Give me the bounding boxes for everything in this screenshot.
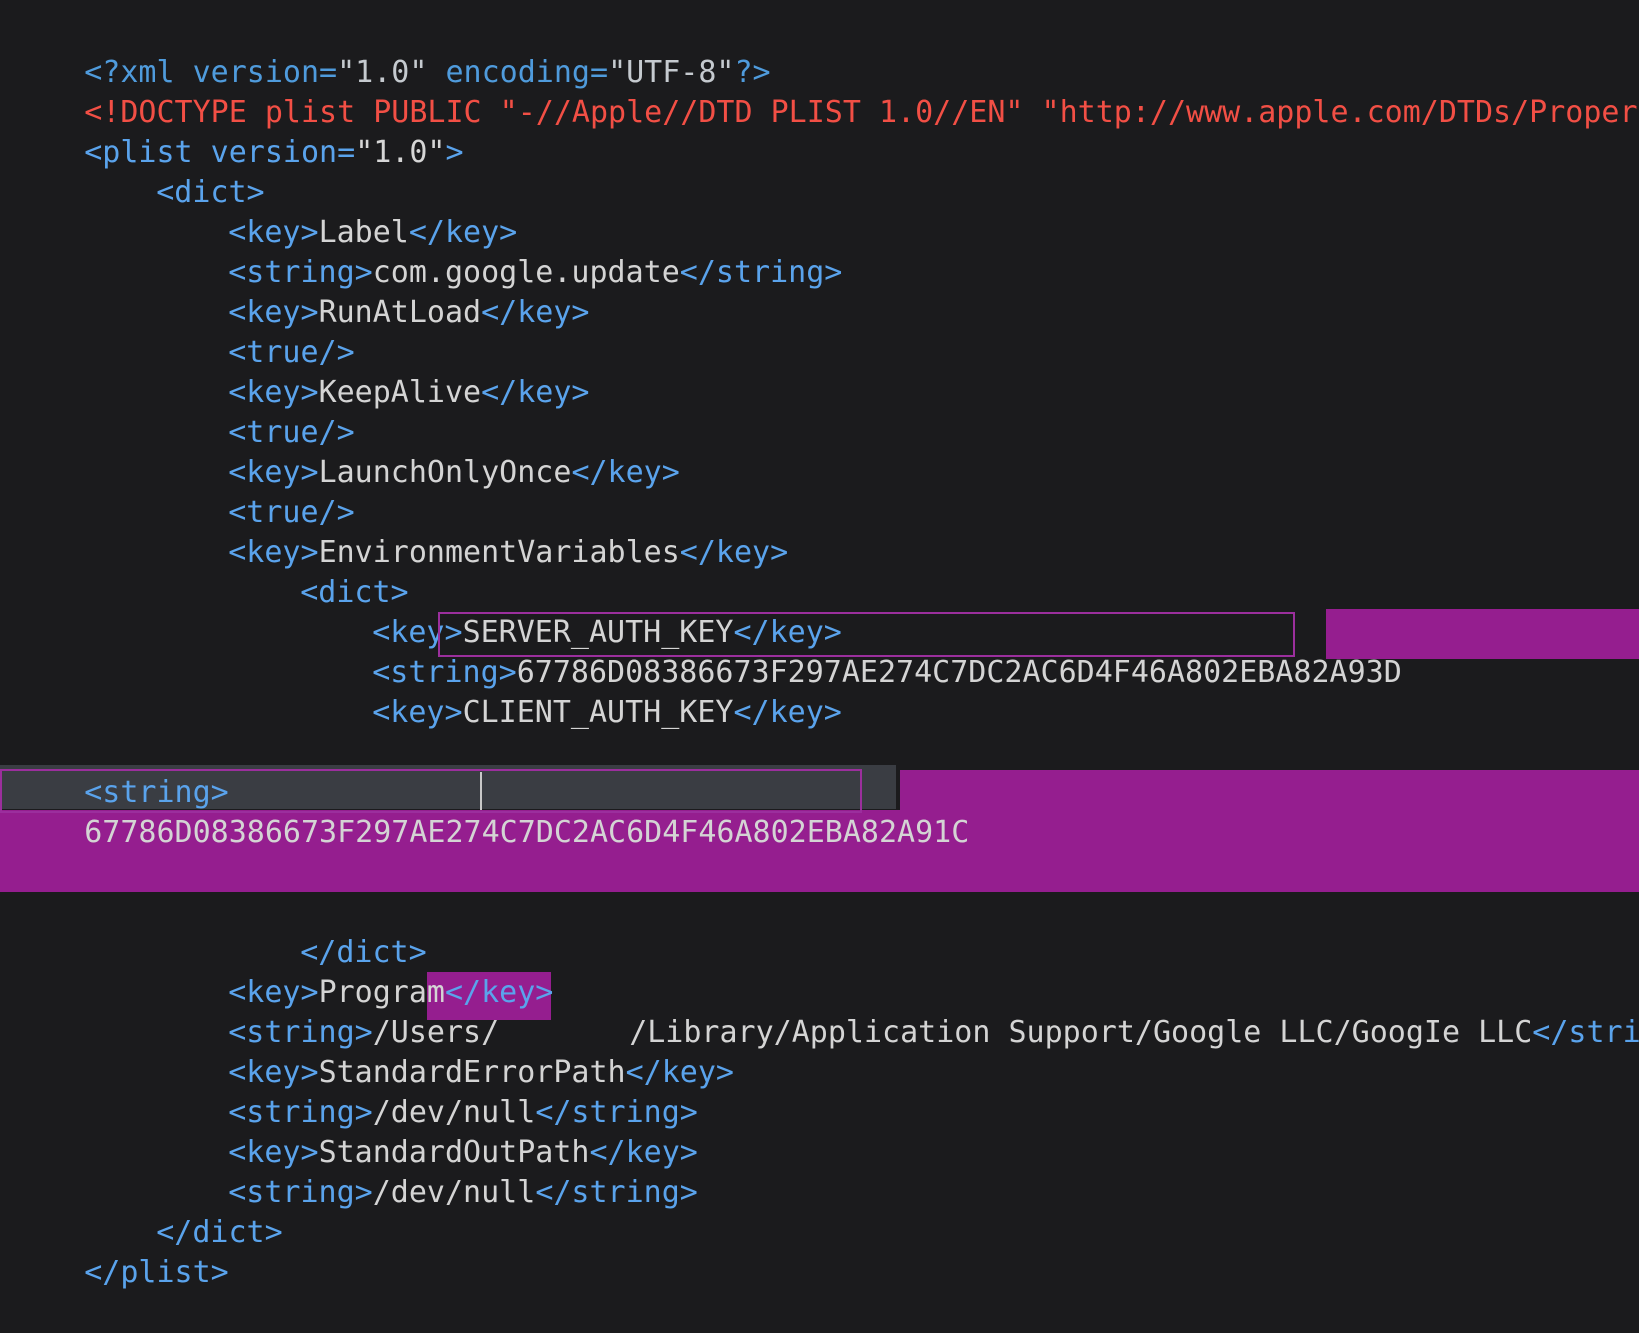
code-line-dict-open: <dict> <box>84 133 264 210</box>
code-line-key-program: <key>Program</key> <box>156 933 553 1010</box>
code-line-string-devnull: <string>/dev/null</string> <box>156 1053 698 1130</box>
code-line-key-client-auth: <key>CLIENT_AUTH_KEY</key> <box>300 653 842 730</box>
plist-close-tag: </plist> <box>84 1255 229 1290</box>
code-line-key-label: <key>Label</key> <box>156 173 517 250</box>
code-line-doctype: <!DOCTYPE plist PUBLIC "-//Apple//DTD PL… <box>12 53 1639 130</box>
code-line-true: <true/> <box>156 453 354 530</box>
code-line-key-runatload: <key>RunAtLoad</key> <box>156 253 589 330</box>
code-line-key-standardoutpath: <key>StandardOutPath</key> <box>156 1093 698 1170</box>
code-line-key-launchonlyonce: <key>LaunchOnlyOnce</key> <box>156 413 680 490</box>
code-line-dict-close-nested: </dict> <box>228 893 426 970</box>
key-close-tag: </key> <box>571 455 680 490</box>
key-value: LaunchOnlyOnce <box>318 455 572 490</box>
key-open-tag: <key> <box>372 695 463 730</box>
string-close-tag: </string> <box>679 255 843 290</box>
string-close-tag: </string> <box>1532 1015 1639 1050</box>
code-line-key-keepalive: <key>KeepAlive</key> <box>156 333 589 410</box>
code-line-plist-open: <plist version="1.0"> <box>12 93 463 170</box>
key-close-tag: </key> <box>481 295 590 330</box>
string-close-tag: </string> <box>535 1175 698 1210</box>
code-line-key-environmentvariables: <key>EnvironmentVariables</key> <box>156 493 788 570</box>
client-auth-key-value-part-b[interactable]: C2AC6D4F46A802EBA82A9 <box>554 815 933 850</box>
code-editor[interactable]: <?xml version="1.0" encoding="UTF-8"?> <… <box>0 0 1639 1290</box>
code-line-string-open: <string> <box>12 733 229 810</box>
string-value: /dev/null <box>372 1175 536 1210</box>
key-value: CLIENT_AUTH_KEY <box>462 695 734 730</box>
code-line-string-program: <string>/Users//Library/Application Supp… <box>156 973 1639 1050</box>
code-line-key-server-auth: <key>SERVER_AUTH_KEY</key> <box>300 573 842 650</box>
match-highlight-box <box>438 612 1295 657</box>
program-path-suffix: /Library/Application Support/Google LLC/… <box>629 1015 1533 1050</box>
code-line-string-label: <string>com.google.update</string> <box>156 213 842 290</box>
code-line-dict-open-nested: <dict> <box>228 533 408 610</box>
code-line-key-standarderrorpath: <key>StandardErrorPath</key> <box>156 1013 734 1090</box>
plist-tag-close-bracket: > <box>445 135 464 170</box>
match-highlight-box <box>0 769 862 813</box>
code-line-xml-declaration: <?xml version="1.0" encoding="UTF-8"?> <box>12 13 770 90</box>
client-auth-key-value-part-a[interactable]: 67786D08386673F297AE274C7D <box>84 815 554 850</box>
code-line-plist-close: </plist> <box>12 1213 229 1290</box>
redaction-block-client-key-tail <box>900 770 1639 810</box>
plist-version-value: "1.0" <box>355 135 446 170</box>
code-line-true: <true/> <box>156 293 354 370</box>
key-close-tag: </key> <box>481 375 590 410</box>
code-line-dict-close: </dict> <box>84 1173 282 1250</box>
key-close-tag: </key> <box>733 695 842 730</box>
key-close-tag: </key> <box>679 535 789 570</box>
code-line-true: <true/> <box>156 373 354 450</box>
code-line-string-devnull: <string>/dev/null</string> <box>156 1133 698 1210</box>
client-auth-key-value-part-c[interactable]: 1C <box>933 815 969 850</box>
